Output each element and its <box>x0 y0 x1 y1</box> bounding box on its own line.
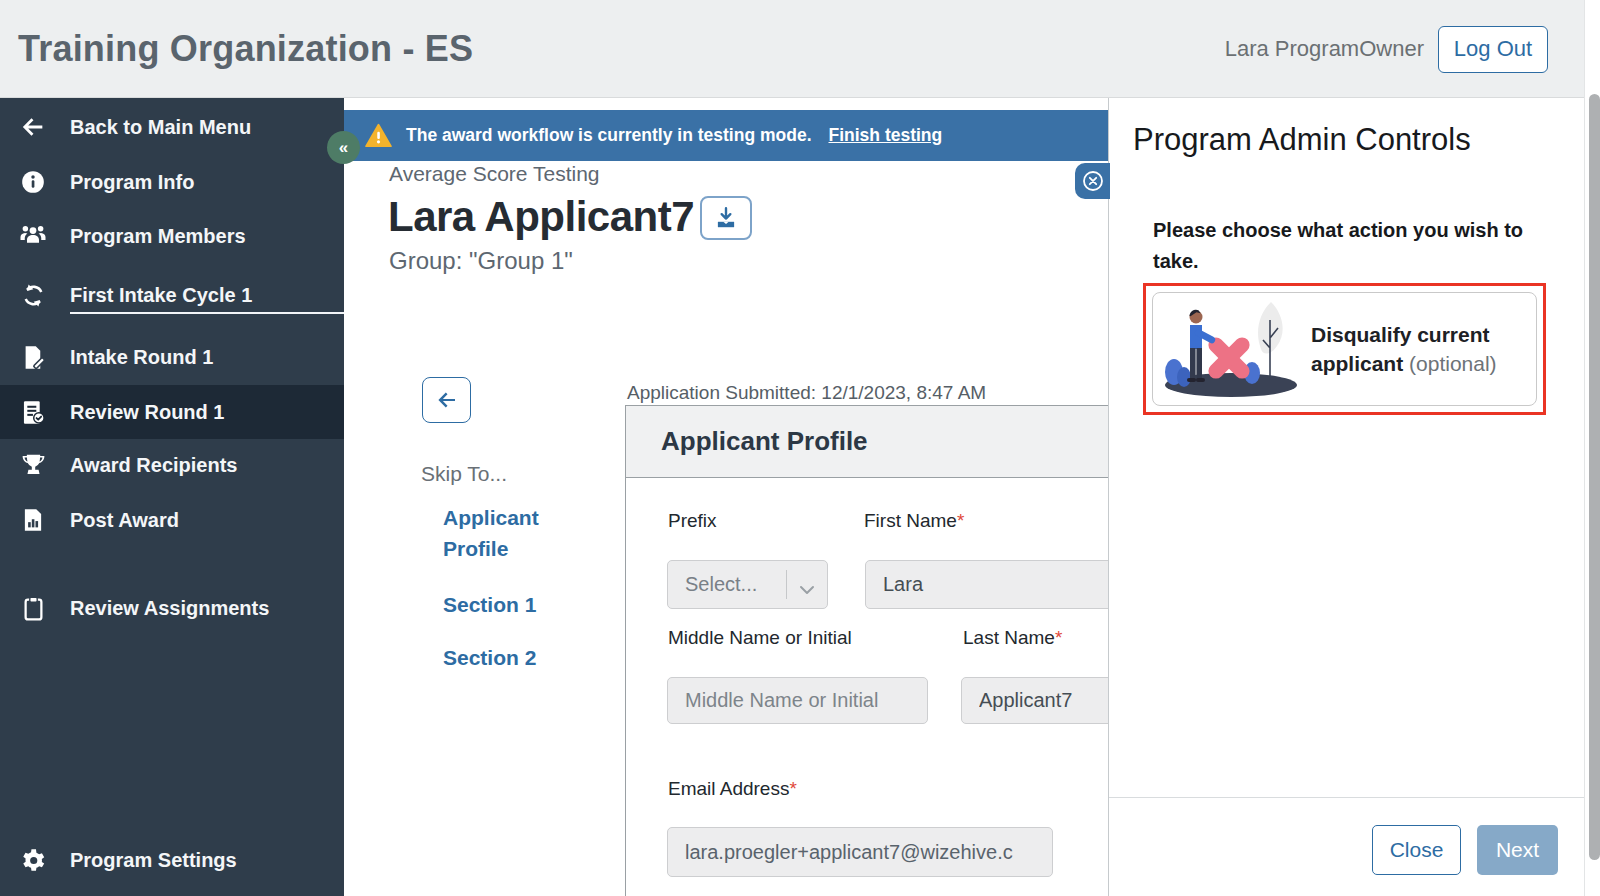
app-title: Training Organization - ES <box>18 28 473 70</box>
last-name-input[interactable] <box>961 677 1108 724</box>
sidebar-item-post-award[interactable]: Post Award <box>0 493 344 547</box>
banner-message: The award workflow is currently in testi… <box>406 125 812 146</box>
middle-name-label: Middle Name or Initial <box>668 627 852 649</box>
back-arrow-icon <box>18 112 48 142</box>
sidebar-item-program-settings[interactable]: Program Settings <box>0 833 344 887</box>
cycle-arrows-icon <box>18 280 48 310</box>
skip-link-section-1[interactable]: Section 1 <box>443 589 563 620</box>
panel-close-button[interactable] <box>1075 163 1110 199</box>
applicant-profile-card: Applicant Profile Prefix First Name* Sel… <box>625 405 1108 896</box>
back-button[interactable] <box>422 377 471 423</box>
info-circle-icon <box>18 167 48 197</box>
panel-prompt: Please choose what action you wish to ta… <box>1153 215 1527 277</box>
email-input[interactable] <box>667 827 1053 877</box>
chevron-down-icon <box>799 578 815 601</box>
main-content: The award workflow is currently in testi… <box>344 98 1108 896</box>
skip-link-section-2[interactable]: Section 2 <box>443 642 563 673</box>
disqualify-illustration <box>1159 292 1309 406</box>
sidebar-item-first-intake-cycle-1[interactable]: First Intake Cycle 1 <box>0 268 344 322</box>
sidebar-item-review-assignments[interactable]: Review Assignments <box>0 581 344 635</box>
prefix-label: Prefix <box>668 510 717 532</box>
scrollbar-thumb[interactable] <box>1589 94 1600 860</box>
sidebar-item-award-recipients[interactable]: Award Recipients <box>0 438 344 492</box>
applicant-name: Lara Applicant7 <box>388 193 694 241</box>
document-chart-icon <box>18 505 48 535</box>
people-icon <box>18 221 48 251</box>
skip-link-applicant-profile[interactable]: Applicant Profile <box>443 502 563 564</box>
sidebar-item-intake-round-1[interactable]: Intake Round 1 <box>0 330 344 384</box>
applicant-profile-card-header: Applicant Profile <box>626 406 1108 478</box>
panel-footer-divider <box>1109 797 1584 798</box>
sidebar-nav: Back to Main Menu Program Info Program M… <box>0 98 344 896</box>
first-name-label: First Name* <box>864 510 964 532</box>
sidebar-item-program-members[interactable]: Program Members <box>0 209 344 263</box>
middle-name-input[interactable] <box>667 677 928 724</box>
program-name: Average Score Testing <box>389 162 600 186</box>
panel-title: Program Admin Controls <box>1133 122 1471 158</box>
sidebar-item-back-to-main-menu[interactable]: Back to Main Menu <box>0 100 344 154</box>
prefix-select[interactable]: Select... <box>667 560 828 609</box>
clipboard-icon <box>18 593 48 623</box>
page-scrollbar[interactable] <box>1584 0 1600 896</box>
document-pencil-icon <box>18 342 48 372</box>
warning-icon <box>365 123 392 148</box>
testing-mode-banner: The award workflow is currently in testi… <box>344 110 1108 161</box>
skip-to-label: Skip To... <box>421 462 507 486</box>
user-name: Lara ProgramOwner <box>1225 36 1424 62</box>
finish-testing-link[interactable]: Finish testing <box>829 125 943 146</box>
document-check-icon <box>18 397 48 427</box>
gear-icon <box>18 845 48 875</box>
collapse-sidebar-button[interactable]: « <box>327 131 360 164</box>
next-button[interactable]: Next <box>1477 825 1558 875</box>
top-header: Training Organization - ES Lara ProgramO… <box>0 0 1600 98</box>
program-admin-controls-panel: Program Admin Controls Please choose wha… <box>1108 98 1584 896</box>
close-button[interactable]: Close <box>1372 825 1461 875</box>
form-title: Applicant Profile <box>661 426 868 457</box>
download-button[interactable] <box>700 196 752 240</box>
sidebar-item-program-info[interactable]: Program Info <box>0 155 344 209</box>
logout-button[interactable]: Log Out <box>1438 26 1548 73</box>
disqualify-action-highlight: Disqualify current applicant (optional) <box>1143 283 1546 415</box>
email-label: Email Address* <box>668 778 797 800</box>
disqualify-action-card[interactable]: Disqualify current applicant (optional) <box>1152 292 1537 406</box>
first-name-input[interactable] <box>865 560 1108 609</box>
group-label: Group: "Group 1" <box>389 247 573 275</box>
application-submitted: Application Submitted: 12/1/2023, 8:47 A… <box>627 382 986 404</box>
last-name-label: Last Name* <box>963 627 1062 649</box>
sidebar-item-review-round-1[interactable]: Review Round 1 <box>0 385 344 439</box>
disqualify-action-label: Disqualify current applicant (optional) <box>1311 320 1525 378</box>
trophy-icon <box>18 450 48 480</box>
